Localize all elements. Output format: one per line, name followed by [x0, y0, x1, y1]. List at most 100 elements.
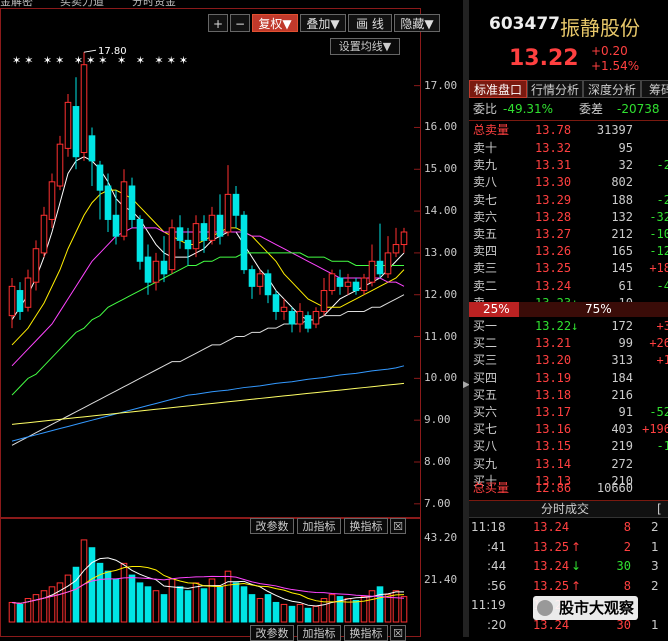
switch-indicator-button-2[interactable]: 换指标 [344, 625, 388, 641]
bid-volume: 172 [611, 319, 633, 333]
bid-delta: -1 [656, 439, 668, 454]
ask-row[interactable]: 卖十 13.32 95 [469, 140, 668, 157]
ask-row[interactable]: 卖三 13.25 145 +18 [469, 260, 668, 277]
ask-volume: 802 [611, 175, 633, 190]
ask-row[interactable]: 卖九 13.31 32 -2 [469, 157, 668, 174]
candle-body [128, 185, 136, 220]
tick-time: :44 [487, 559, 507, 573]
ask-row[interactable]: 卖八 13.30 802 [469, 174, 668, 191]
ask-delta: -4 [656, 278, 668, 293]
candle-body [136, 218, 144, 262]
tab-analysis[interactable]: 行情分析 [527, 80, 583, 98]
y-tick-label: 12.00 [424, 287, 458, 301]
change-amount: +0.20 [591, 44, 628, 58]
menu-item-0[interactable]: 金解密 [0, 0, 33, 8]
zoom-out-button[interactable]: − [230, 14, 250, 32]
bid-row[interactable]: 买八 13.15 219 -1 [469, 438, 668, 455]
menu-item-2[interactable]: 分时资金 [132, 0, 176, 8]
volume-bar [192, 582, 200, 623]
candle-body [368, 260, 376, 283]
ask-price: 13.28 [535, 209, 572, 224]
volume-bar [256, 598, 264, 623]
bid-row[interactable]: 买七 13.16 403 +196 [469, 421, 668, 438]
menu-item-1[interactable]: 买卖力道 [60, 0, 104, 8]
tick-count: 3 [651, 559, 659, 573]
weibi-value: -49.31% [503, 102, 554, 116]
ask-delta: -2 [656, 192, 668, 207]
total-buy-label: 总买量 [473, 481, 510, 495]
ask-row[interactable]: 卖四 13.26 165 -12 [469, 243, 668, 260]
ask-row[interactable]: 卖六 13.28 132 -32 [469, 209, 668, 226]
signal-stars: ✶✶ ✶✶ ✶✶✶ ✶ ✶ ✶✶✶ [12, 54, 192, 67]
overlay-button[interactable]: 叠加▼ [300, 14, 346, 32]
bid-row[interactable]: 买一 13.22↓ 172 +3 [469, 318, 668, 335]
tick-volume: 8 [623, 578, 631, 593]
quote-tabs: 标准盘口 行情分析 深度分析 筹码 [469, 80, 668, 98]
tab-chips[interactable]: 筹码 [641, 80, 668, 98]
candle-body [256, 273, 264, 287]
volume-bar [88, 547, 96, 623]
volume-bar [312, 605, 320, 623]
candle-body [16, 290, 24, 312]
volume-bar [184, 590, 192, 623]
total-sell-price: 13.78 [535, 123, 572, 137]
volume-bar [8, 601, 16, 623]
zoom-in-button[interactable]: + [208, 14, 228, 32]
tick-time: :56 [487, 578, 507, 593]
candle-body [56, 143, 64, 187]
ratio-right: 75% [585, 302, 612, 316]
bid-volume: 99 [618, 336, 633, 351]
candle-body [88, 135, 96, 162]
add-indicator-button-2[interactable]: 加指标 [297, 625, 341, 641]
close-icon-2[interactable]: ☒ [390, 625, 406, 641]
volume-bar [304, 607, 312, 623]
close-icon[interactable]: ☒ [390, 518, 406, 534]
volume-bar [32, 594, 40, 623]
ask-label: 卖九 [473, 158, 498, 173]
tab-standard[interactable]: 标准盘口 [469, 80, 527, 98]
ask-volume: 132 [611, 209, 633, 224]
add-indicator-button[interactable]: 加指标 [297, 518, 341, 534]
bid-label: 买四 [473, 370, 498, 385]
candle-body [248, 269, 256, 287]
volume-bar [40, 590, 48, 623]
bid-price: 13.21 [535, 336, 572, 351]
bid-volume: 219 [611, 439, 633, 454]
ask-volume: 188 [611, 192, 633, 207]
bid-row[interactable]: 买六 13.17 91 -52 [469, 404, 668, 421]
fuquan-button[interactable]: 复权▼ [252, 14, 298, 32]
ask-row[interactable]: 卖五 13.27 212 -10 [469, 226, 668, 243]
volume-bar [48, 586, 56, 623]
bid-row[interactable]: 买三 13.20 313 +1 [469, 352, 668, 369]
bid-row[interactable]: 买五 13.18 216 [469, 387, 668, 404]
ma-line [11, 252, 404, 396]
change-param-button-2[interactable]: 改参数 [250, 625, 294, 641]
ticks-title: 分时成交 [541, 502, 590, 516]
ask-price: 13.32 [535, 141, 572, 155]
price-change: +0.20 +1.54% [591, 44, 639, 74]
change-param-button[interactable]: 改参数 [250, 518, 294, 534]
switch-indicator-button[interactable]: 换指标 [344, 518, 388, 534]
candle-body [176, 227, 184, 241]
candle-body [112, 214, 120, 237]
tab-depth[interactable]: 深度分析 [583, 80, 641, 98]
draw-line-button[interactable]: 画 线 [348, 14, 392, 32]
last-price: 13.22 [509, 46, 579, 71]
tick-price: 13.24 [533, 559, 570, 573]
ma-settings-button[interactable]: 设置均线▼ [330, 38, 400, 55]
candle-body [288, 310, 296, 325]
volume-bar [64, 574, 72, 623]
bid-row[interactable]: 买二 13.21 99 +26 [469, 335, 668, 352]
bid-delta: +196 [642, 422, 668, 437]
change-percent: +1.54% [591, 59, 640, 73]
tick-volume: 2 [623, 539, 631, 554]
volume-bar [200, 588, 208, 623]
volume-bar [264, 594, 272, 623]
hide-button[interactable]: 隐藏▼ [394, 14, 440, 32]
y-tick-label: 11.00 [424, 329, 458, 343]
ask-row[interactable]: 卖七 13.29 188 -2 [469, 192, 668, 209]
bid-row[interactable]: 买四 13.19 184 [469, 370, 668, 387]
ask-row[interactable]: 卖二 13.24 61 -4 [469, 278, 668, 295]
candle-body [80, 64, 88, 154]
bid-row[interactable]: 买九 13.14 272 [469, 456, 668, 473]
